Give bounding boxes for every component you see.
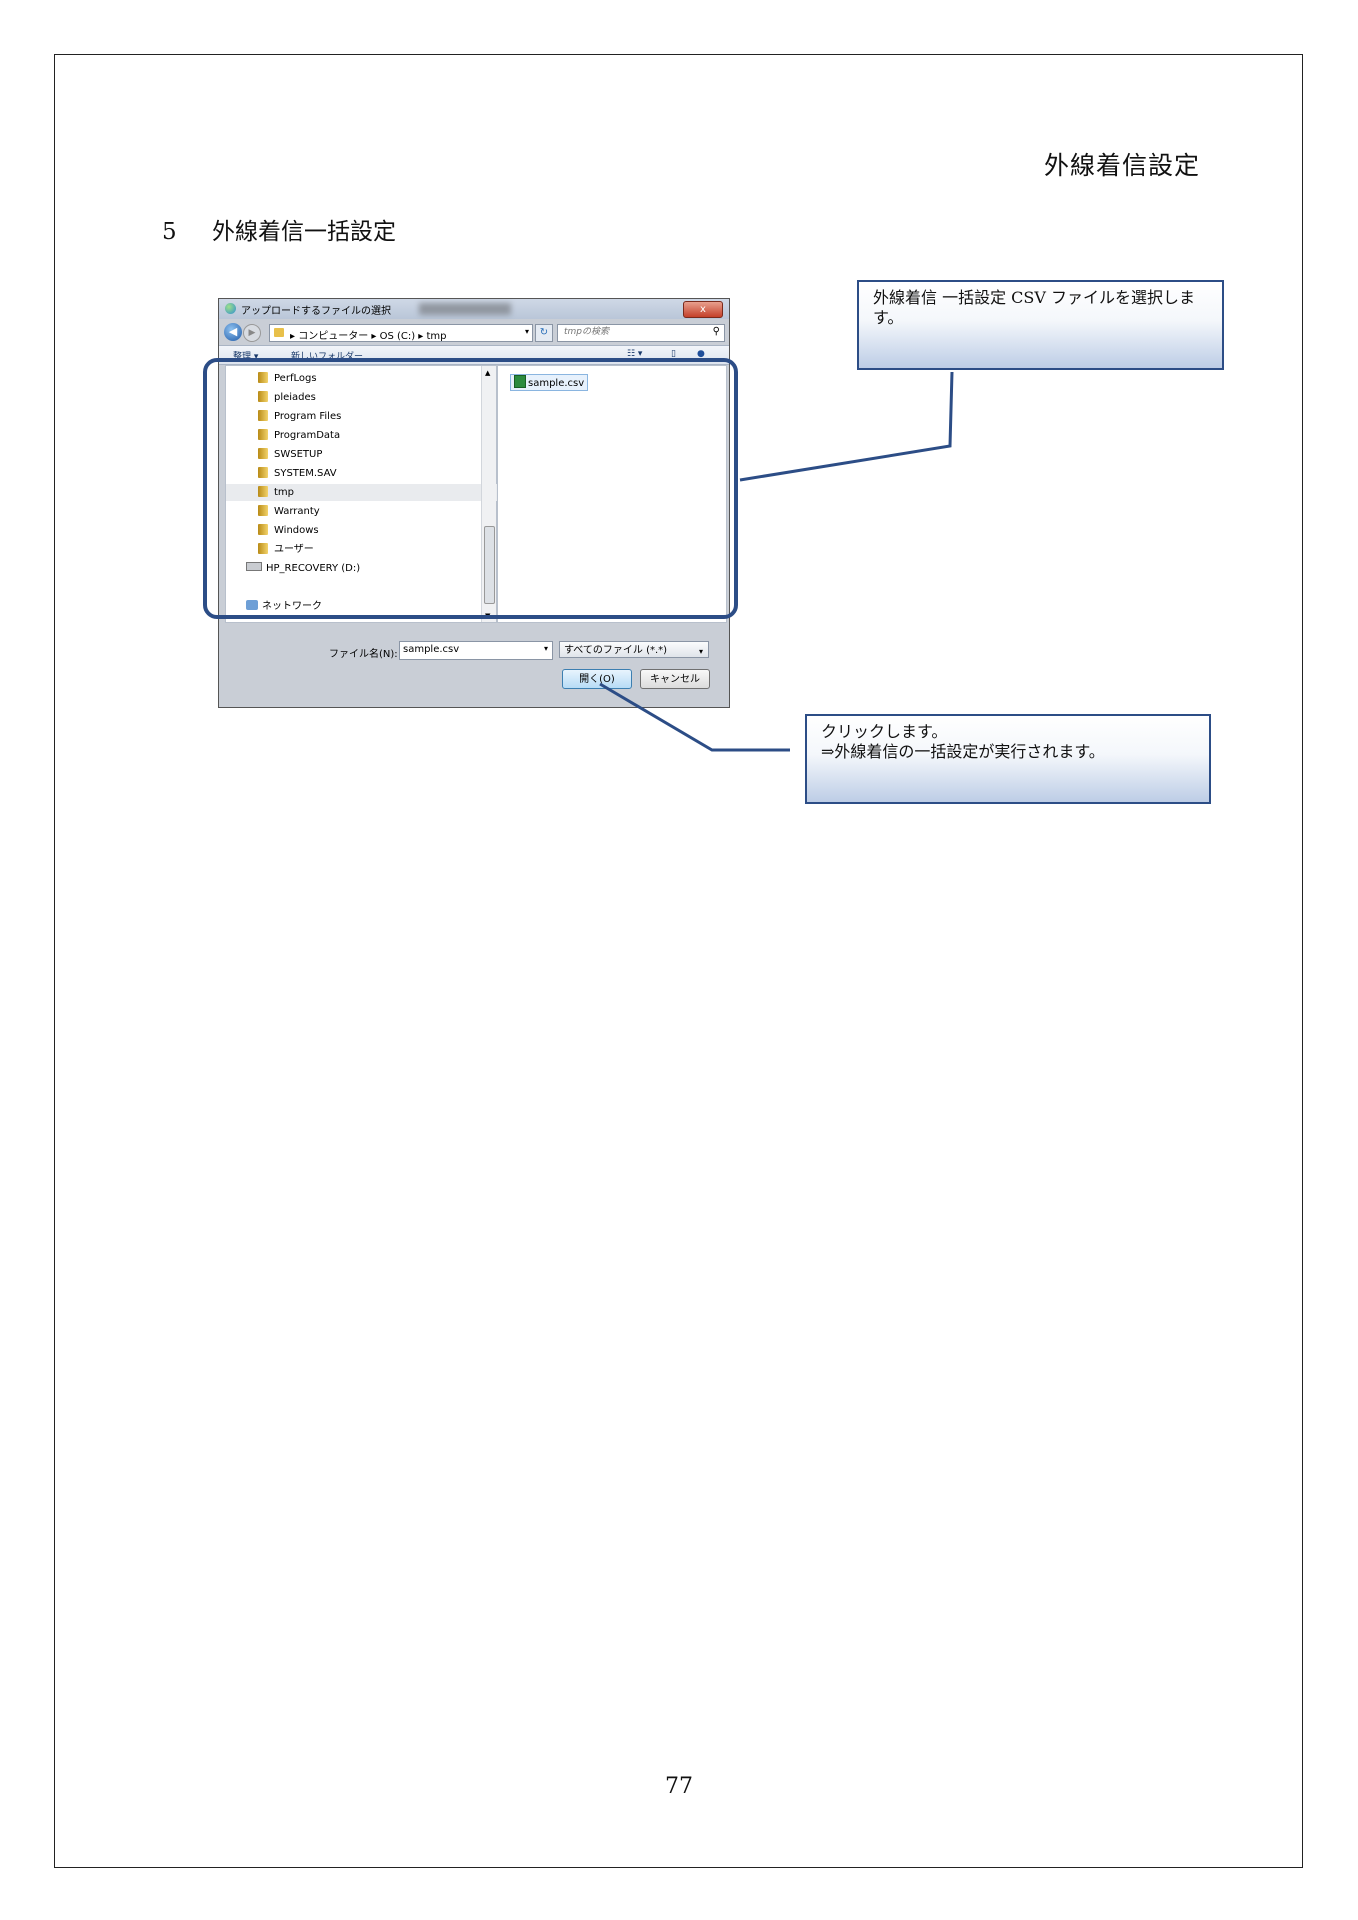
callout-click-line1: クリックします。: [821, 722, 948, 741]
callout-click-open: クリックします。 ⇒外線着信の一括設定が実行されます。: [805, 714, 1211, 804]
callout-select-csv: 外線着信 一括設定 CSV ファイルを選択します。: [857, 280, 1224, 370]
connector-line-open: [599, 682, 790, 752]
page-number: 77: [665, 1774, 693, 1799]
callout-click-line2: ⇒外線着信の一括設定が実行されます。: [821, 742, 1105, 761]
connector-line-select: [739, 371, 954, 482]
callout-select-csv-text: 外線着信 一括設定 CSV ファイルを選択します。: [873, 288, 1196, 327]
